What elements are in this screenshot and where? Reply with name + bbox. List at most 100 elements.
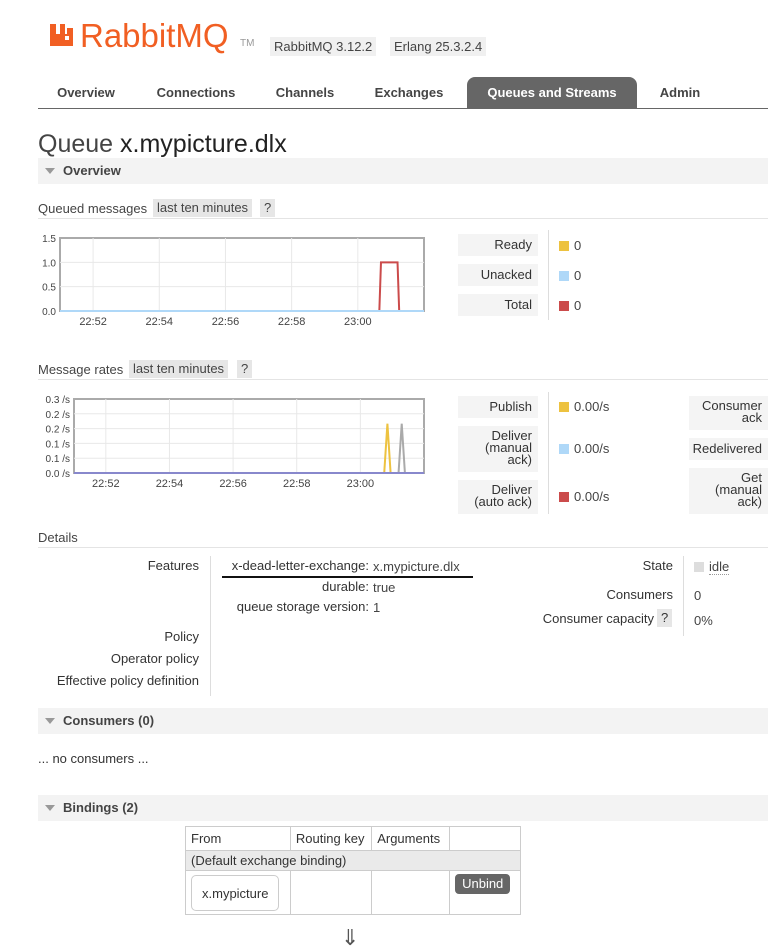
details-separator bbox=[210, 556, 211, 696]
legend-deliver-manual-ack: Deliver (manual ack) bbox=[458, 426, 538, 472]
bindings-header-row: From Routing key Arguments bbox=[185, 826, 521, 851]
plot-frame bbox=[73, 398, 425, 474]
queued-messages-range-selector[interactable]: last ten minutes bbox=[153, 199, 253, 217]
policy-label: Policy bbox=[164, 629, 199, 644]
no-consumers-text: ... no consumers ... bbox=[38, 751, 149, 766]
legend-redelivered: Redelivered bbox=[689, 438, 768, 460]
message-rates-header: Message rates last ten minutes ? bbox=[38, 360, 768, 380]
feature-value: x.mypicture.dlx bbox=[373, 559, 460, 574]
y-tick-label: 1.0 bbox=[42, 258, 56, 269]
arguments-cell bbox=[371, 870, 451, 915]
y-tick-label: 0.3 /s bbox=[46, 395, 70, 406]
column-actions bbox=[449, 826, 521, 851]
tab-exchanges[interactable]: Exchanges bbox=[360, 77, 458, 108]
feature-underline bbox=[222, 576, 473, 578]
bindings-section-header[interactable]: Bindings (2) bbox=[38, 795, 768, 821]
unacked-swatch bbox=[559, 271, 569, 281]
x-tick-label: 22:56 bbox=[219, 478, 247, 490]
message-rates-range-selector[interactable]: last ten minutes bbox=[129, 360, 229, 378]
queued-messages-help-button[interactable]: ? bbox=[260, 199, 276, 217]
idle-state-icon bbox=[694, 562, 704, 572]
unbind-button[interactable]: Unbind bbox=[455, 874, 511, 894]
overview-section-header[interactable]: Overview bbox=[38, 158, 768, 184]
message-rates-help-button[interactable]: ? bbox=[237, 360, 253, 378]
x-tick-label: 22:52 bbox=[92, 478, 120, 490]
features-label: Features bbox=[147, 558, 199, 573]
x-tick-label: 22:54 bbox=[156, 478, 184, 490]
queued-messages-header: Queued messages last ten minutes ? bbox=[38, 199, 768, 219]
legend-line: ack bbox=[741, 410, 762, 425]
binding-source-cell: x.mypicture bbox=[185, 870, 291, 915]
rabbitmq-version-badge: RabbitMQ 3.12.2 bbox=[270, 37, 377, 56]
y-tick-label: 0.2 /s bbox=[46, 425, 70, 436]
consumers-label: Consumers bbox=[606, 587, 673, 602]
x-tick-label: 22:54 bbox=[146, 316, 174, 328]
legend-line: ack) bbox=[507, 452, 532, 467]
legend-separator bbox=[548, 392, 549, 514]
y-tick-label: 0.2 /s bbox=[46, 410, 70, 421]
legend-get-manual-ack: Get (manual ack) bbox=[689, 468, 768, 514]
column-routing-key: Routing key bbox=[289, 826, 373, 851]
x-tick-label: 23:00 bbox=[347, 478, 375, 490]
details-label: Details bbox=[38, 530, 78, 545]
feature-value: 1 bbox=[373, 600, 381, 615]
table-row: x.mypicture Unbind bbox=[185, 870, 521, 915]
queued-messages-label: Queued messages bbox=[38, 201, 148, 216]
message-rates-chart: 0.0 /s 0.1 /s 0.1 /s 0.2 /s 0.2 /s 0.3 /s 22:5… bbox=[46, 395, 425, 490]
y-tick-label: 0.0 bbox=[42, 307, 56, 318]
consumer-capacity-help-button[interactable]: ? bbox=[657, 609, 673, 627]
collapse-triangle-icon bbox=[45, 718, 55, 724]
x-tick-label: 22:58 bbox=[283, 478, 311, 490]
effective-policy-label: Effective policy definition bbox=[56, 673, 199, 688]
consumers-section-header[interactable]: Consumers (0) bbox=[38, 708, 768, 734]
ready-swatch bbox=[559, 241, 569, 251]
bindings-table: From Routing key Arguments (Default exch… bbox=[185, 826, 521, 915]
main-nav-tabs: Overview Connections Channels Exchanges … bbox=[38, 77, 768, 109]
consumer-capacity-value: 0% bbox=[694, 613, 713, 628]
page-title-prefix: Queue bbox=[38, 130, 114, 158]
legend-consumer-ack: Consumer ack bbox=[689, 396, 768, 430]
tab-overview[interactable]: Overview bbox=[38, 77, 134, 108]
legend-separator bbox=[548, 230, 549, 320]
feature-key: x-dead-letter-exchange: bbox=[231, 558, 369, 573]
legend-ready: Ready bbox=[458, 234, 538, 256]
source-exchange-link[interactable]: x.mypicture bbox=[191, 874, 280, 911]
feature-value: true bbox=[373, 580, 396, 595]
message-rates-label: Message rates bbox=[38, 362, 124, 377]
consumers-value: 0 bbox=[694, 588, 702, 603]
unacked-value: 0 bbox=[574, 268, 582, 283]
legend-publish: Publish bbox=[458, 396, 538, 418]
legend-deliver-auto-ack: Deliver (auto ack) bbox=[458, 480, 538, 514]
rabbitmq-logo-icon bbox=[48, 22, 76, 48]
total-value: 0 bbox=[574, 298, 582, 313]
page-title: Queue x.mypicture.dlx bbox=[38, 128, 287, 160]
consumer-capacity-label: Consumer capacity bbox=[542, 611, 654, 626]
legend-line: (auto ack) bbox=[474, 494, 532, 509]
queued-messages-chart: 0.0 0.5 1.0 1.5 22:52 22:54 22:56 22:58 23:00 bbox=[42, 234, 425, 328]
y-tick-label: 1.5 bbox=[42, 234, 56, 245]
routing-key-cell bbox=[289, 870, 373, 915]
tab-queues-and-streams[interactable]: Queues and Streams bbox=[467, 77, 637, 108]
x-tick-label: 22:56 bbox=[212, 316, 240, 328]
deliver-auto-value: 0.00/s bbox=[574, 489, 610, 504]
publish-value: 0.00/s bbox=[574, 399, 610, 414]
details-header: Details bbox=[38, 528, 768, 548]
tab-admin[interactable]: Admin bbox=[646, 77, 714, 108]
state-label: State bbox=[642, 558, 673, 573]
x-tick-label: 23:00 bbox=[344, 316, 372, 328]
column-from: From bbox=[185, 826, 291, 851]
collapse-triangle-icon bbox=[45, 805, 55, 811]
x-tick-label: 22:52 bbox=[79, 316, 107, 328]
tab-channels[interactable]: Channels bbox=[260, 77, 350, 108]
legend-unacked: Unacked bbox=[458, 264, 538, 286]
deliver-auto-swatch bbox=[559, 492, 569, 502]
bindings-section-label: Bindings (2) bbox=[63, 800, 139, 815]
tab-connections[interactable]: Connections bbox=[142, 77, 250, 108]
plot-frame bbox=[59, 237, 425, 312]
legend-total: Total bbox=[458, 294, 538, 316]
y-tick-label: 0.5 bbox=[42, 283, 56, 294]
ready-value: 0 bbox=[574, 238, 582, 253]
y-tick-label: 0.1 /s bbox=[46, 454, 70, 465]
y-tick-label: 0.0 /s bbox=[46, 469, 70, 480]
deliver-manual-value: 0.00/s bbox=[574, 441, 610, 456]
